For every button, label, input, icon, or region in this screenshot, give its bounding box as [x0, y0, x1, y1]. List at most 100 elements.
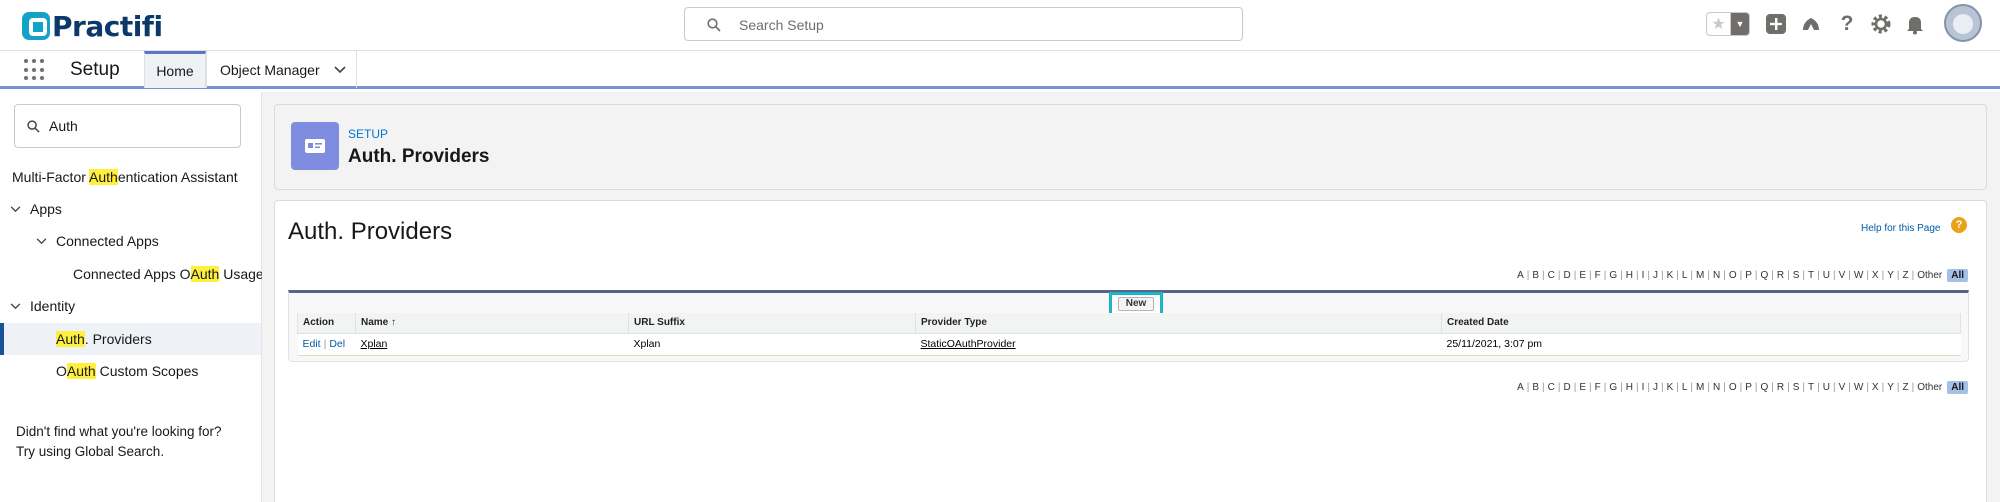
alphabet-filter-letter[interactable]: D: [1562, 382, 1573, 393]
help-for-this-page-link[interactable]: Help for this Page: [1861, 223, 1941, 234]
sidebar-item-oauth-custom-scopes[interactable]: OAuth Custom Scopes: [0, 355, 261, 387]
alphabet-filter-letter[interactable]: O: [1727, 382, 1739, 393]
alphabet-filter-letter[interactable]: C: [1546, 382, 1557, 393]
search-input[interactable]: [739, 14, 1219, 36]
alphabet-filter-letter[interactable]: T: [1806, 382, 1816, 393]
app-nav-bar: Setup Home Object Manager: [0, 51, 2000, 89]
alphabet-filter-letter[interactable]: W: [1852, 382, 1865, 393]
alphabet-filter-letter[interactable]: F: [1593, 270, 1603, 281]
column-header-created-date[interactable]: Created Date: [1441, 313, 1961, 334]
alphabet-filter-letter[interactable]: E: [1577, 270, 1588, 281]
alphabet-filter-letter[interactable]: Q: [1759, 382, 1771, 393]
star-icon[interactable]: ★: [1707, 13, 1731, 35]
alphabet-filter-letter[interactable]: B: [1530, 382, 1541, 393]
practifi-logo[interactable]: Practifi: [22, 9, 163, 43]
alphabet-filter-letter[interactable]: L: [1680, 270, 1690, 281]
setup-gear-icon[interactable]: [1870, 13, 1892, 35]
alphabet-filter-letter[interactable]: C: [1546, 270, 1557, 281]
edit-link[interactable]: Edit: [303, 338, 321, 350]
tab-object-manager[interactable]: Object Manager: [206, 51, 357, 88]
alphabet-filter-letter[interactable]: N: [1711, 270, 1722, 281]
sidebar-item-auth-providers[interactable]: Auth. Providers: [0, 323, 261, 355]
alphabet-filter-all[interactable]: All: [1947, 269, 1968, 282]
sidebar-item-connected-apps-oauth-usage[interactable]: Connected Apps OAuth Usage: [0, 258, 264, 290]
alphabet-filter-letter[interactable]: U: [1821, 270, 1832, 281]
alphabet-filter-letter[interactable]: I: [1640, 270, 1647, 281]
alphabet-filter-letter[interactable]: T: [1806, 270, 1816, 281]
global-header: Practifi ★ ▼ ?: [0, 0, 2000, 51]
favorites-button[interactable]: ★ ▼: [1706, 12, 1750, 36]
column-header-name[interactable]: Name ↑: [355, 313, 629, 334]
alphabet-filter-letter[interactable]: Other: [1915, 270, 1944, 281]
alphabet-filter-letter[interactable]: W: [1852, 270, 1865, 281]
global-search[interactable]: [684, 7, 1243, 41]
alphabet-filter-letter[interactable]: X: [1870, 382, 1881, 393]
alphabet-filter-letter[interactable]: I: [1640, 382, 1647, 393]
breadcrumb[interactable]: SETUP: [348, 127, 388, 141]
alphabet-filter-letter[interactable]: F: [1593, 382, 1603, 393]
sidebar-item-identity[interactable]: Identity: [0, 290, 261, 322]
alphabet-filter-letter[interactable]: P: [1743, 382, 1754, 393]
alphabet-filter-letter[interactable]: V: [1837, 382, 1848, 393]
alphabet-filter-letter[interactable]: U: [1821, 382, 1832, 393]
app-launcher-icon[interactable]: [24, 59, 46, 81]
chevron-down-icon[interactable]: [34, 237, 48, 245]
provider-name-link[interactable]: Xplan: [361, 338, 388, 350]
alphabet-filter-letter[interactable]: Q: [1759, 270, 1771, 281]
alphabet-filter-all[interactable]: All: [1947, 381, 1968, 394]
alphabet-filter-letter[interactable]: H: [1624, 382, 1635, 393]
alphabet-filter-letter[interactable]: M: [1694, 270, 1706, 281]
alphabet-filter-letter[interactable]: M: [1694, 382, 1706, 393]
alphabet-filter-letter[interactable]: B: [1530, 270, 1541, 281]
alphabet-filter-letter[interactable]: Other: [1915, 382, 1944, 393]
quick-find-box[interactable]: [14, 104, 241, 148]
help-icon[interactable]: ?: [1836, 12, 1858, 35]
alphabet-filter-letter[interactable]: Y: [1885, 270, 1896, 281]
quick-find-input[interactable]: [49, 116, 229, 136]
alphabet-filter-letter[interactable]: S: [1791, 270, 1802, 281]
notifications-bell-icon[interactable]: [1904, 13, 1926, 35]
global-actions-icon[interactable]: [1765, 13, 1787, 35]
alphabet-filter-letter[interactable]: Y: [1885, 382, 1896, 393]
user-avatar[interactable]: [1944, 4, 1982, 42]
provider-type-link[interactable]: StaticOAuthProvider: [921, 338, 1016, 350]
alphabet-filter-letter[interactable]: E: [1577, 382, 1588, 393]
alphabet-filter-letter[interactable]: R: [1775, 382, 1786, 393]
alphabet-filter-letter[interactable]: V: [1837, 270, 1848, 281]
alphabet-filter-letter[interactable]: A: [1515, 270, 1526, 281]
alphabet-filter-letter[interactable]: Z: [1900, 382, 1910, 393]
new-button[interactable]: New: [1118, 297, 1154, 311]
alphabet-filter-letter[interactable]: P: [1743, 270, 1754, 281]
app-name: Setup: [70, 59, 120, 80]
chevron-down-icon[interactable]: [334, 65, 346, 74]
alphabet-filter-letter[interactable]: G: [1607, 270, 1619, 281]
alphabet-filter-letter[interactable]: X: [1870, 270, 1881, 281]
trailhead-icon[interactable]: [1800, 13, 1822, 35]
tab-home[interactable]: Home: [144, 51, 206, 88]
sidebar-item-connected-apps[interactable]: Connected Apps: [0, 225, 261, 257]
alphabet-filter-letter[interactable]: O: [1727, 270, 1739, 281]
alphabet-filter-letter[interactable]: N: [1711, 382, 1722, 393]
alphabet-filter-letter[interactable]: A: [1515, 382, 1526, 393]
chevron-down-icon[interactable]: [8, 205, 22, 213]
alphabet-filter-letter[interactable]: S: [1791, 382, 1802, 393]
alphabet-filter-letter[interactable]: K: [1665, 382, 1676, 393]
chevron-down-icon[interactable]: [8, 302, 22, 310]
alphabet-filter-letter[interactable]: Z: [1900, 270, 1910, 281]
sidebar-item-mfa-assistant[interactable]: Multi-Factor Authentication Assistant: [0, 161, 261, 193]
favorites-dropdown-icon[interactable]: ▼: [1731, 13, 1749, 35]
alphabet-filter-letter[interactable]: H: [1624, 270, 1635, 281]
alphabet-filter-letter[interactable]: R: [1775, 270, 1786, 281]
column-header-url-suffix[interactable]: URL Suffix: [628, 313, 916, 334]
alphabet-filter-letter[interactable]: J: [1651, 382, 1660, 393]
delete-link[interactable]: Del: [329, 338, 345, 350]
column-header-provider-type[interactable]: Provider Type: [915, 313, 1442, 334]
help-question-icon[interactable]: ?: [1951, 217, 1967, 233]
alphabet-filter-letter[interactable]: L: [1680, 382, 1690, 393]
alphabet-filter-letter[interactable]: K: [1665, 270, 1676, 281]
alphabet-filter-letter[interactable]: D: [1562, 270, 1573, 281]
tab-home-label: Home: [156, 63, 194, 79]
alphabet-filter-letter[interactable]: J: [1651, 270, 1660, 281]
sidebar-item-apps[interactable]: Apps: [0, 193, 261, 225]
alphabet-filter-letter[interactable]: G: [1607, 382, 1619, 393]
